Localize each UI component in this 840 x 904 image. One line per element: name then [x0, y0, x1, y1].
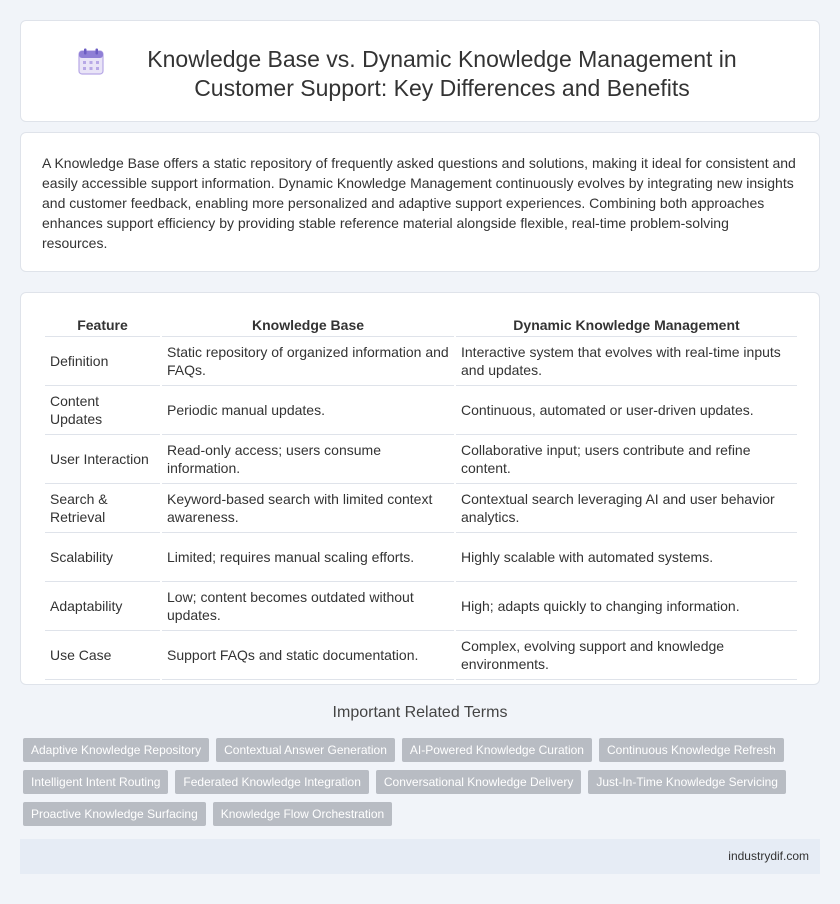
row-feature: Adaptability	[45, 582, 160, 631]
related-term-tag[interactable]: Federated Knowledge Integration	[175, 770, 369, 794]
related-term-tag[interactable]: Intelligent Intent Routing	[23, 770, 169, 794]
comparison-table-card: Feature Knowledge Base Dynamic Knowledge…	[20, 292, 820, 685]
related-term-tag[interactable]: Adaptive Knowledge Repository	[23, 738, 210, 762]
table-row: Scalability Limited; requires manual sca…	[45, 533, 797, 582]
related-terms-list: Adaptive Knowledge Repository Contextual…	[23, 738, 813, 834]
header-feature: Feature	[45, 315, 160, 337]
row-dynamic-km: Complex, evolving support and knowledge …	[456, 631, 797, 680]
comparison-table: Feature Knowledge Base Dynamic Knowledge…	[43, 315, 799, 680]
row-knowledge-base: Limited; requires manual scaling efforts…	[162, 533, 454, 582]
row-feature: Use Case	[45, 631, 160, 680]
intro-card: A Knowledge Base offers a static reposit…	[20, 132, 820, 272]
row-knowledge-base: Read-only access; users consume informat…	[162, 435, 454, 484]
table-row: Content Updates Periodic manual updates.…	[45, 386, 797, 435]
row-dynamic-km: Contextual search leveraging AI and user…	[456, 484, 797, 533]
table-row: Search & Retrieval Keyword-based search …	[45, 484, 797, 533]
row-dynamic-km: High; adapts quickly to changing informa…	[456, 582, 797, 631]
footer: industrydif.com	[20, 839, 820, 874]
row-feature: User Interaction	[45, 435, 160, 484]
table-row: Adaptability Low; content becomes outdat…	[45, 582, 797, 631]
header-dynamic-knowledge-management: Dynamic Knowledge Management	[456, 315, 797, 337]
calendar-icon	[78, 48, 104, 76]
related-term-tag[interactable]: Continuous Knowledge Refresh	[598, 738, 784, 762]
table-header-row: Feature Knowledge Base Dynamic Knowledge…	[45, 315, 797, 337]
row-feature: Search & Retrieval	[45, 484, 160, 533]
row-dynamic-km: Collaborative input; users contribute an…	[456, 435, 797, 484]
related-term-tag[interactable]: Contextual Answer Generation	[216, 738, 395, 762]
title-card: Knowledge Base vs. Dynamic Knowledge Man…	[20, 20, 820, 122]
related-terms-heading: Important Related Terms	[332, 704, 508, 721]
row-knowledge-base: Keyword-based search with limited contex…	[162, 484, 454, 533]
related-term-tag[interactable]: Knowledge Flow Orchestration	[212, 802, 393, 826]
row-knowledge-base: Support FAQs and static documentation.	[162, 631, 454, 680]
row-knowledge-base: Static repository of organized informati…	[162, 337, 454, 386]
row-feature: Scalability	[45, 533, 160, 582]
row-feature: Content Updates	[45, 386, 160, 435]
table-row: Definition Static repository of organize…	[45, 337, 797, 386]
row-dynamic-km: Continuous, automated or user-driven upd…	[456, 386, 797, 435]
intro-paragraph: A Knowledge Base offers a static reposit…	[42, 155, 796, 251]
row-knowledge-base: Low; content becomes outdated without up…	[162, 582, 454, 631]
related-term-tag[interactable]: Conversational Knowledge Delivery	[375, 770, 582, 794]
related-term-tag[interactable]: AI-Powered Knowledge Curation	[401, 738, 592, 762]
table-row: User Interaction Read-only access; users…	[45, 435, 797, 484]
row-knowledge-base: Periodic manual updates.	[162, 386, 454, 435]
related-term-tag[interactable]: Proactive Knowledge Surfacing	[23, 802, 206, 826]
related-term-tag[interactable]: Just-In-Time Knowledge Servicing	[588, 770, 786, 794]
table-row: Use Case Support FAQs and static documen…	[45, 631, 797, 680]
row-dynamic-km: Highly scalable with automated systems.	[456, 533, 797, 582]
row-feature: Definition	[45, 337, 160, 386]
row-dynamic-km: Interactive system that evolves with rea…	[456, 337, 797, 386]
page-title: Knowledge Base vs. Dynamic Knowledge Man…	[147, 46, 737, 101]
footer-site-link[interactable]: industrydif.com	[728, 849, 809, 863]
header-knowledge-base: Knowledge Base	[162, 315, 454, 337]
